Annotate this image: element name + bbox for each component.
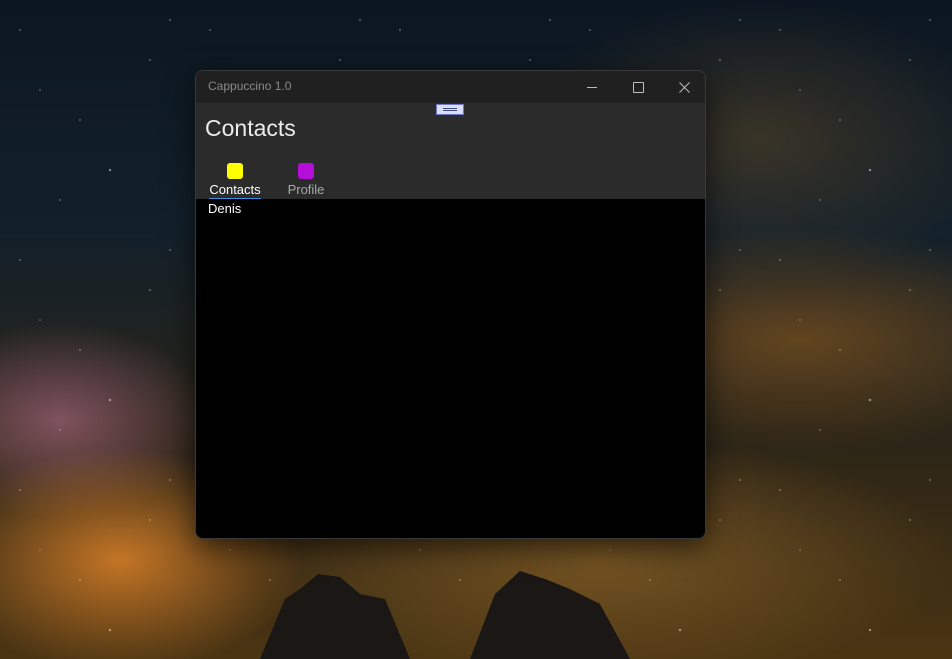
maximize-button[interactable] [615, 71, 661, 103]
wallpaper-mountains [260, 571, 630, 659]
contacts-list: Denis [196, 199, 705, 538]
yellow-square-icon [227, 163, 243, 179]
minimize-icon [587, 86, 597, 88]
close-button[interactable] [661, 71, 705, 103]
window-title: Cappuccino 1.0 [208, 79, 292, 93]
tab-label: Profile [287, 182, 325, 197]
list-item[interactable]: Denis [208, 201, 241, 216]
drag-handle-icon[interactable] [436, 104, 464, 115]
tab-label: Contacts [209, 182, 261, 197]
app-window: Cappuccino 1.0 Contacts Contacts Profile… [195, 70, 706, 539]
tab-profile[interactable]: Profile [284, 163, 328, 198]
tab-contacts[interactable]: Contacts [208, 163, 262, 200]
navigation-header: Contacts Contacts Profile [196, 103, 705, 200]
maximize-icon [632, 81, 644, 93]
purple-square-icon [298, 163, 314, 179]
close-icon [678, 81, 690, 93]
minimize-button[interactable] [569, 71, 615, 103]
title-bar[interactable]: Cappuccino 1.0 [196, 71, 705, 103]
page-title: Contacts [205, 115, 296, 141]
